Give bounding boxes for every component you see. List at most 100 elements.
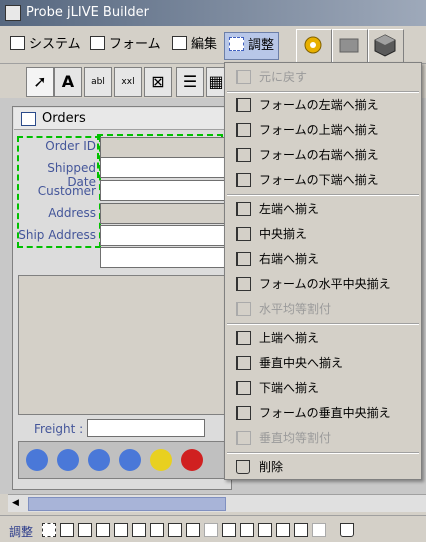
settings-gear-button[interactable] <box>296 29 332 63</box>
menu-adjust-label: 調整 <box>248 38 275 53</box>
menu-align-bottom[interactable]: 下端へ揃え <box>225 376 421 400</box>
status-align-form-bottom-icon[interactable] <box>114 523 128 537</box>
center-vertical-icon <box>236 406 251 420</box>
scrollbar-thumb[interactable] <box>28 497 226 511</box>
details-panel <box>18 275 228 415</box>
align-form-right-icon <box>236 148 251 162</box>
menu-center-form-horizontal-label: フォームの水平中央揃え <box>259 277 391 291</box>
status-center-horizontal-icon[interactable] <box>186 523 200 537</box>
more-tool[interactable]: ▦ <box>206 67 226 97</box>
menu-align-top[interactable]: 上端へ揃え <box>225 326 421 350</box>
status-align-right-icon[interactable] <box>168 523 182 537</box>
trash-icon <box>236 460 250 474</box>
table-x-icon: ⊠ <box>151 72 165 91</box>
status-align-top-icon[interactable] <box>222 523 236 537</box>
menu-align-form-left[interactable]: フォームの左端へ揃え <box>225 93 421 117</box>
status-distribute-vertical-icon <box>312 523 326 537</box>
status-align-center-icon[interactable] <box>150 523 164 537</box>
formatted-field-tool[interactable]: xxl <box>114 67 142 97</box>
status-undo-icon[interactable] <box>42 523 56 537</box>
customer-field[interactable] <box>100 180 227 201</box>
menu-align-form-top-label: フォームの上端へ揃え <box>259 123 379 137</box>
distribute-horizontal-icon <box>236 302 251 316</box>
horizontal-scrollbar[interactable]: ◀ <box>8 494 426 512</box>
status-center-vertical-icon[interactable] <box>294 523 308 537</box>
delete-field-tool[interactable]: ⊠ <box>144 67 172 97</box>
menu-separator <box>227 194 419 196</box>
menu-align-form-top[interactable]: フォームの上端へ揃え <box>225 118 421 142</box>
label-selection-box <box>17 136 101 248</box>
gear-icon <box>304 36 322 54</box>
form-title: Orders <box>42 111 86 126</box>
status-align-form-top-icon[interactable] <box>78 523 92 537</box>
status-align-left-icon[interactable] <box>132 523 146 537</box>
menu-distribute-horizontal-label: 水平均等割付 <box>259 302 332 316</box>
menu-distribute-vertical: 垂直均等割付 <box>225 426 421 450</box>
folder-button[interactable] <box>332 29 368 63</box>
align-center-icon <box>236 227 251 241</box>
menu-align-form-right[interactable]: フォームの右端へ揃え <box>225 143 421 167</box>
form-title-bar: Orders <box>14 108 232 130</box>
freight-field[interactable] <box>87 419 205 437</box>
next-record-button[interactable] <box>88 449 110 471</box>
menu-separator <box>227 452 419 454</box>
order-id-field[interactable] <box>100 137 227 158</box>
menu-align-middle-label: 垂直中央へ揃え <box>259 356 344 370</box>
align-icon <box>229 37 244 51</box>
label-freight[interactable]: Freight : <box>34 422 83 436</box>
title-bar: Probe jLIVE Builder <box>0 0 426 26</box>
status-label: 調整 <box>9 525 34 539</box>
menu-align-middle[interactable]: 垂直中央へ揃え <box>225 351 421 375</box>
menu-distribute-vertical-label: 垂直均等割付 <box>259 431 332 445</box>
align-middle-icon <box>236 356 251 370</box>
menu-align-right[interactable]: 右端へ揃え <box>225 247 421 271</box>
shipped-date-field[interactable] <box>100 157 227 178</box>
menu-align-bottom-label: 下端へ揃え <box>259 381 320 395</box>
status-align-bottom-alt-icon[interactable] <box>276 523 290 537</box>
textfield-icon: abl <box>91 77 105 87</box>
status-align-middle-icon[interactable] <box>240 523 254 537</box>
menu-form[interactable]: フォーム <box>90 32 161 58</box>
menu-system[interactable]: システム <box>10 32 81 58</box>
system-icon <box>10 36 25 50</box>
menu-adjust[interactable]: 調整 <box>224 32 280 60</box>
menu-align-form-left-label: フォームの左端へ揃え <box>259 98 379 112</box>
status-trash-icon[interactable] <box>340 523 354 537</box>
last-record-button[interactable] <box>119 449 141 471</box>
label-tool[interactable]: A <box>54 67 82 97</box>
align-top-icon <box>236 331 251 345</box>
align-bottom-icon <box>236 381 251 395</box>
ship-address-line2-field[interactable] <box>100 247 227 268</box>
delete-record-button[interactable] <box>181 449 203 471</box>
menu-align-form-bottom[interactable]: フォームの下端へ揃え <box>225 168 421 192</box>
folder-icon <box>339 38 359 53</box>
adjust-menu: 元に戻す フォームの左端へ揃え フォームの上端へ揃え フォームの右端へ揃え フォ… <box>224 62 422 480</box>
add-record-button[interactable] <box>150 449 172 471</box>
menu-align-form-bottom-label: フォームの下端へ揃え <box>259 173 379 187</box>
menu-align-left[interactable]: 左端へ揃え <box>225 197 421 221</box>
textfield-tool[interactable]: abl <box>84 67 112 97</box>
list-icon: ☰ <box>182 72 198 91</box>
pointer-tool[interactable]: ➚ <box>26 67 54 97</box>
menu-center-form-vertical[interactable]: フォームの垂直中央揃え <box>225 401 421 425</box>
menu-center-form-horizontal[interactable]: フォームの水平中央揃え <box>225 272 421 296</box>
status-align-form-right-icon[interactable] <box>96 523 110 537</box>
status-align-bottom-icon[interactable] <box>258 523 272 537</box>
scroll-left-arrow-icon[interactable]: ◀ <box>12 498 22 508</box>
menu-align-form-right-label: フォームの右端へ揃え <box>259 148 379 162</box>
menu-align-top-label: 上端へ揃え <box>259 331 320 345</box>
undo-icon <box>236 70 251 84</box>
status-align-form-left-icon[interactable] <box>60 523 74 537</box>
previous-record-button[interactable] <box>57 449 79 471</box>
ship-address-field[interactable] <box>100 225 227 246</box>
cursor-icon: ➚ <box>33 72 47 91</box>
menu-align-center[interactable]: 中央揃え <box>225 222 421 246</box>
menu-edit[interactable]: 編集 <box>172 32 217 58</box>
menu-align-left-label: 左端へ揃え <box>259 202 320 216</box>
first-record-button[interactable] <box>26 449 48 471</box>
address-field[interactable] <box>100 203 227 224</box>
list-tool[interactable]: ☰ <box>176 67 204 97</box>
menu-delete[interactable]: 削除 <box>225 455 421 479</box>
cube-button[interactable] <box>368 29 404 63</box>
menu-form-label: フォーム <box>109 37 161 52</box>
